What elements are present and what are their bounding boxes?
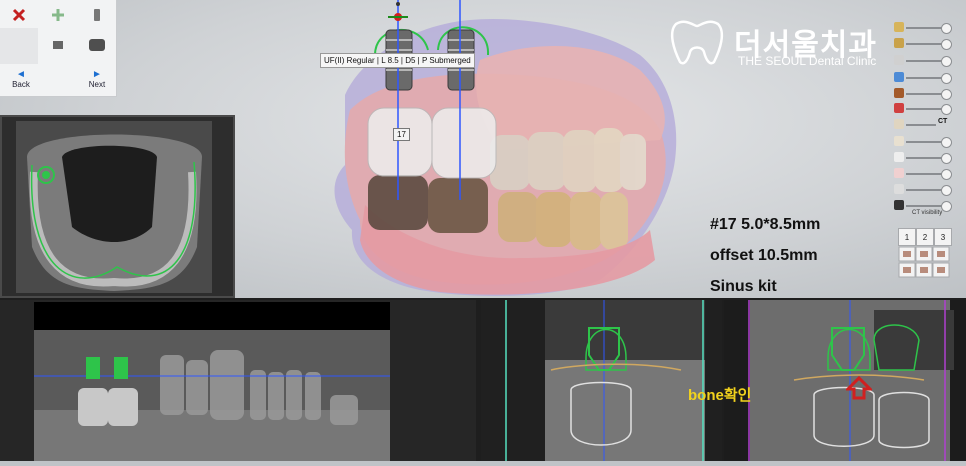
arrow-up-icon [844,375,874,400]
abutment-icon [53,41,63,49]
cross-section-image-1 [505,300,705,461]
tooth-number-tag: 17 [393,128,410,141]
slider-handle[interactable] [941,137,952,148]
delete-button[interactable] [0,0,38,30]
axial-ct-image [16,121,212,293]
view-preset-grid [898,246,950,278]
ct-icon [894,119,904,129]
gum-icon [894,168,904,178]
red-arrow-marker [844,375,874,405]
bone-check-annotation: bone확인 [688,387,752,404]
abutment-opacity-slider[interactable] [894,38,952,50]
close-icon [12,8,26,22]
crown-icon [89,39,105,51]
next-button[interactable]: ► Next [78,68,116,94]
implant-size-text: #17 5.0*8.5mm [710,216,821,233]
slider-handle[interactable] [941,201,952,212]
slider-handle[interactable] [941,73,952,84]
crown-opacity-slider[interactable] [894,22,952,34]
ct-visibility-toggle[interactable]: CT visibility [912,210,942,216]
cross-section-view-2[interactable] [724,300,966,461]
view-preset-icons [898,246,950,278]
axial-ct-view[interactable] [0,115,235,298]
implant-icon [894,55,904,65]
view-button-3[interactable]: 3 [934,228,952,246]
slider-handle[interactable] [941,56,952,67]
tooth-logo-icon [670,20,724,65]
scan-opacity-slider[interactable] [894,72,952,84]
kit-text: Sinus kit [710,278,777,295]
slider-handle[interactable] [941,153,952,164]
tooth-icon [894,152,904,162]
offset-text: offset 10.5mm [710,247,818,264]
view-button-2[interactable]: 2 [916,228,934,246]
model-opacity-slider[interactable] [894,88,952,100]
slider-handle[interactable] [941,23,952,34]
model-icon [894,88,904,98]
brightness-icon [894,184,904,194]
gum-opacity-slider[interactable] [894,168,952,180]
contrast-icon [894,200,904,210]
slider-handle[interactable] [941,89,952,100]
next-label: Next [88,80,106,89]
back-label: Back [12,80,30,89]
slider-handle[interactable] [941,185,952,196]
implant-spec-label: UF(II) Regular | L 8.5 | D5 | P Submerge… [320,53,475,68]
ct-label: CT [938,118,948,125]
abutment-icon [894,38,904,48]
empty-tool-slot [0,28,38,64]
crown-icon [894,22,904,32]
slider-handle[interactable] [941,39,952,50]
plus-icon [52,9,64,21]
slider-handle[interactable] [941,169,952,180]
nerve-opacity-slider[interactable] [894,103,952,115]
implant-tool-button[interactable] [78,0,116,30]
slider-handle[interactable] [941,104,952,115]
add-button[interactable] [39,0,77,30]
arrow-right-icon: ► [92,69,102,80]
implant-icon [94,9,100,21]
bone-opacity-slider[interactable] [894,136,952,148]
view-button-1[interactable]: 1 [898,228,916,246]
back-button[interactable]: ◄ Back [2,68,40,94]
cross-section-view-1[interactable] [481,300,722,461]
toolbar: ◄ Back ► Next [0,0,117,97]
abutment-tool-button[interactable] [39,30,77,60]
cross-section-image-2 [748,300,954,461]
crown-tool-button[interactable] [78,30,116,60]
arrow-left-icon: ◄ [16,69,26,80]
bone-icon [894,136,904,146]
brand-subtitle: THE SEOUL Dental Clinic [738,54,877,68]
brand-logo [668,16,726,73]
tooth-opacity-slider[interactable] [894,152,952,164]
nerve-icon [894,103,904,113]
panoramic-view[interactable] [0,300,476,461]
panoramic-image [34,302,390,461]
scan-icon [894,72,904,82]
implant-opacity-slider[interactable] [894,55,952,67]
brightness-slider[interactable] [894,184,952,196]
